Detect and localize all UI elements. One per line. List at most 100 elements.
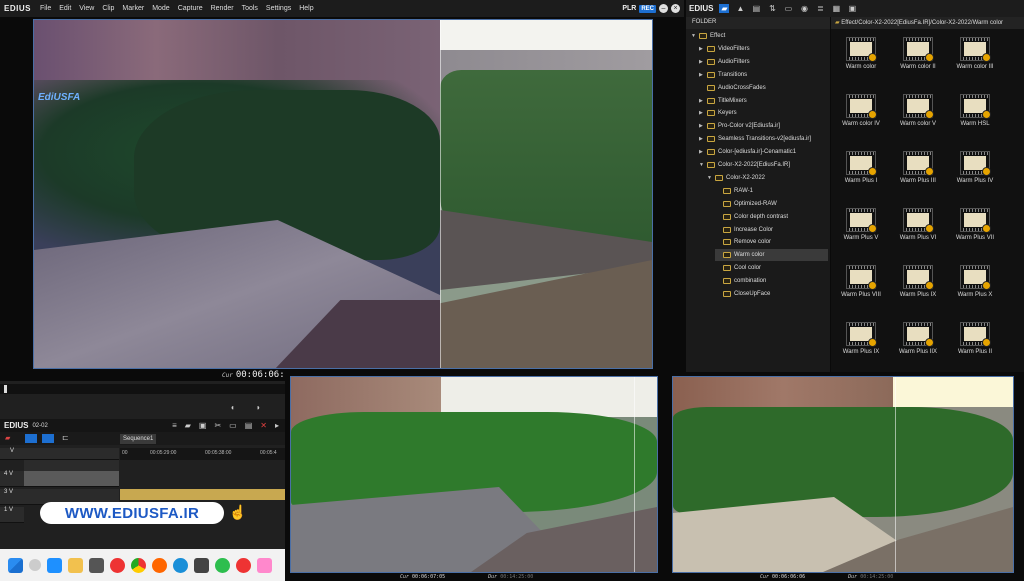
- sync-icon[interactable]: [25, 434, 37, 443]
- expand-arrow-icon[interactable]: ▶: [699, 98, 704, 104]
- widgets-icon[interactable]: [47, 557, 62, 573]
- minimize-icon[interactable]: –: [659, 4, 668, 13]
- grid-view-icon[interactable]: ▦: [831, 4, 841, 13]
- effect-clip[interactable]: Warm Plus II: [949, 316, 1001, 368]
- menu-capture[interactable]: Capture: [174, 5, 207, 12]
- effect-clip[interactable]: Warm color IV: [835, 88, 887, 140]
- marker-in-icon[interactable]: ◖: [230, 403, 240, 412]
- effect-clip[interactable]: Warm Plus V: [835, 202, 887, 254]
- tree-item[interactable]: ▶ Seamless Transitions-v2[ediusfa.ir]: [699, 133, 828, 145]
- paste-icon[interactable]: ▤: [245, 421, 253, 430]
- app-red-icon[interactable]: [236, 557, 251, 573]
- tree-item[interactable]: Cool color: [715, 262, 828, 274]
- app-icon[interactable]: [194, 557, 209, 573]
- ripple-icon[interactable]: [42, 434, 54, 443]
- collapse-arrow-icon[interactable]: ▼: [707, 175, 712, 181]
- delete-icon[interactable]: ✕: [260, 421, 267, 430]
- list-view-icon[interactable]: ≣: [815, 4, 825, 13]
- effect-clip[interactable]: Warm Plus IIX: [892, 316, 944, 368]
- open-icon[interactable]: ▰: [185, 421, 191, 430]
- effect-clip[interactable]: Warm Plus VII: [949, 202, 1001, 254]
- track-header[interactable]: [24, 471, 119, 487]
- right-monitor[interactable]: [672, 376, 1014, 573]
- tree-item[interactable]: Remove color: [715, 236, 828, 248]
- effect-clip[interactable]: Warm HSL: [949, 88, 1001, 140]
- effect-clip[interactable]: Warm color V: [892, 88, 944, 140]
- explorer-icon[interactable]: [68, 557, 83, 573]
- left-monitor[interactable]: [290, 376, 658, 573]
- edge-icon[interactable]: [173, 557, 188, 573]
- effect-clip[interactable]: Warm Plus VI: [892, 202, 944, 254]
- timeline-ruler[interactable]: 00 00:05:29:00 00:05:38:00 00:05:4: [120, 448, 285, 460]
- mode-icon[interactable]: ≡: [172, 421, 177, 430]
- terminal-icon[interactable]: [89, 557, 104, 573]
- effect-clip[interactable]: Warm color II: [892, 31, 944, 83]
- menu-tools[interactable]: Tools: [238, 5, 262, 12]
- tree-item[interactable]: Increase Color: [715, 224, 828, 236]
- tree-item[interactable]: ▶ Color-[ediusfa.ir]-Cenamatic1: [699, 146, 828, 158]
- photos-icon[interactable]: [257, 557, 272, 573]
- effect-clip[interactable]: Warm Plus III: [892, 145, 944, 197]
- effect-clip[interactable]: Warm color III: [949, 31, 1001, 83]
- tree-item[interactable]: ▶ AudioFilters: [699, 56, 828, 68]
- firefox-icon[interactable]: [152, 557, 167, 573]
- menu-marker[interactable]: Marker: [118, 5, 148, 12]
- tree-item[interactable]: AudioCrossFades: [699, 82, 828, 94]
- menu-help[interactable]: Help: [295, 5, 317, 12]
- menu-file[interactable]: File: [36, 5, 55, 12]
- tree-item[interactable]: ▶ Keyers: [699, 107, 828, 119]
- tab-sequence1[interactable]: Sequence1: [120, 434, 157, 444]
- tree-item[interactable]: Optimized-RAW: [715, 198, 828, 210]
- tree-item[interactable]: Warm color: [715, 249, 828, 262]
- expand-arrow-icon[interactable]: ▶: [699, 46, 704, 52]
- close-icon[interactable]: ×: [671, 4, 680, 13]
- more-icon[interactable]: ▸: [275, 421, 279, 430]
- copy-icon[interactable]: ▭: [783, 4, 793, 13]
- expand-arrow-icon[interactable]: ▶: [699, 72, 704, 78]
- menu-render[interactable]: Render: [207, 5, 238, 12]
- collapse-arrow-icon[interactable]: ▼: [699, 162, 704, 168]
- effect-clip[interactable]: Warm Plus IV: [949, 145, 1001, 197]
- track-clip[interactable]: [120, 489, 285, 500]
- tree-item[interactable]: CloseUpFace: [715, 288, 828, 300]
- effect-clip[interactable]: Warm Plus VIII: [835, 259, 887, 311]
- search-icon[interactable]: [29, 559, 41, 571]
- menu-view[interactable]: View: [75, 5, 98, 12]
- cut-icon[interactable]: ✂: [214, 421, 221, 430]
- marker-out-icon[interactable]: ◗: [256, 403, 266, 412]
- expand-arrow-icon[interactable]: ▶: [699, 149, 704, 155]
- up-arrow-icon[interactable]: ▲: [735, 4, 745, 13]
- menu-edit[interactable]: Edit: [55, 5, 75, 12]
- effect-clip[interactable]: Warm Plus IX: [892, 259, 944, 311]
- start-icon[interactable]: [8, 557, 23, 573]
- plr-label[interactable]: PLR: [622, 5, 636, 12]
- tree-item[interactable]: ▼ Color-X2-2022[EdiusFa.IR]: [699, 159, 828, 171]
- new-folder-icon[interactable]: ▤: [751, 4, 761, 13]
- tree-item[interactable]: ▶ Transitions: [699, 69, 828, 81]
- record-icon[interactable]: ▰: [5, 434, 15, 442]
- tree-item[interactable]: Color depth contrast: [715, 211, 828, 223]
- effects-icon[interactable]: ◉: [799, 4, 809, 13]
- save-icon[interactable]: ▣: [199, 421, 207, 430]
- expand-arrow-icon[interactable]: ▶: [699, 123, 704, 129]
- effect-clip[interactable]: Warm Plus IX: [835, 316, 887, 368]
- tree-item[interactable]: RAW-1: [715, 185, 828, 197]
- tree-item[interactable]: ▶ VideoFilters: [699, 43, 828, 55]
- expand-arrow-icon[interactable]: ▶: [699, 136, 704, 142]
- menu-clip[interactable]: Clip: [98, 5, 118, 12]
- tree-item[interactable]: ▶ Pro-Color v2[Ediusfa.ir]: [699, 120, 828, 132]
- whatsapp-icon[interactable]: [215, 557, 230, 573]
- expand-arrow-icon[interactable]: ▶: [699, 110, 704, 116]
- effect-clip[interactable]: Warm Plus X: [949, 259, 1001, 311]
- sort-icon[interactable]: ⇅: [767, 4, 777, 13]
- menu-settings[interactable]: Settings: [262, 5, 295, 12]
- preview-monitor[interactable]: EdiUSFA: [33, 19, 653, 369]
- chrome-icon[interactable]: [131, 557, 146, 573]
- lock-icon[interactable]: ▣: [847, 4, 857, 13]
- effect-clip[interactable]: Warm color: [835, 31, 887, 83]
- expand-arrow-icon[interactable]: ▶: [699, 59, 704, 65]
- timeline-scrubber[interactable]: [0, 384, 285, 394]
- menu-mode[interactable]: Mode: [148, 5, 174, 12]
- tree-item[interactable]: ▶ TitleMixers: [699, 95, 828, 107]
- track-header[interactable]: [24, 448, 119, 460]
